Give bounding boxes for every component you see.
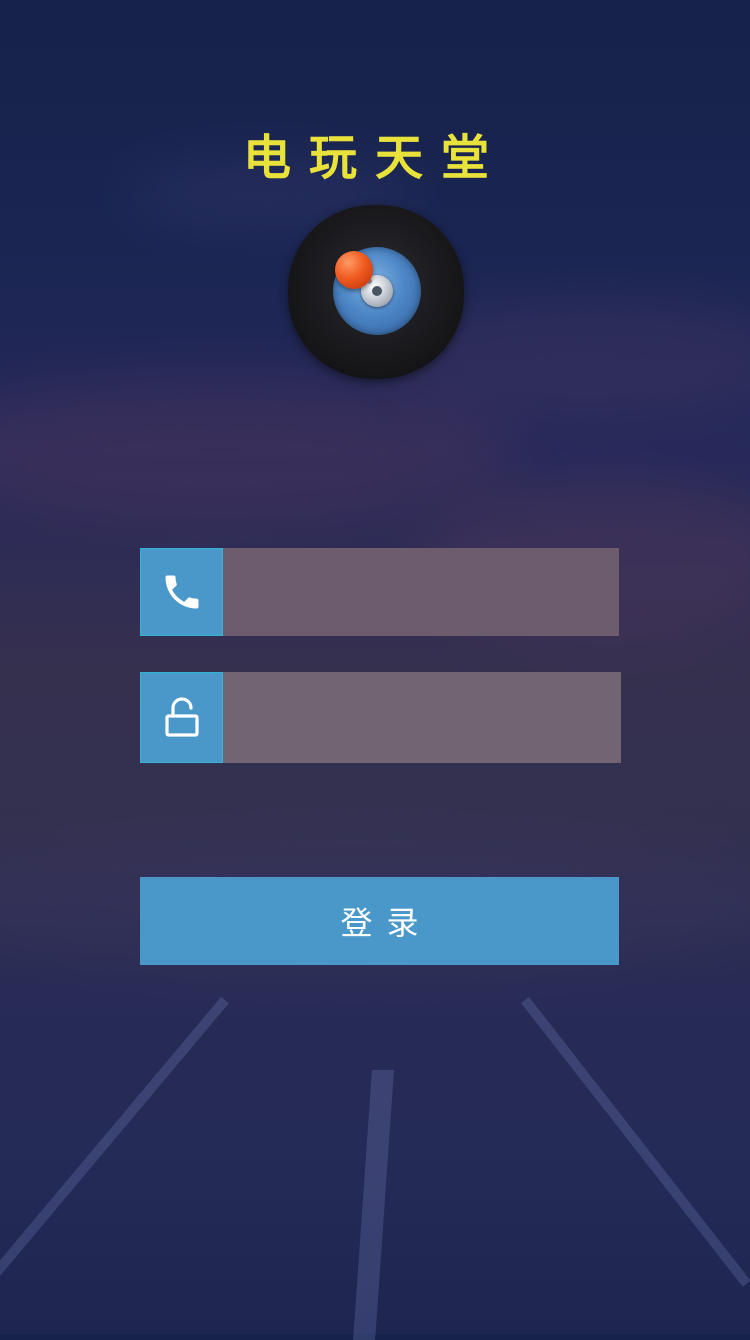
- password-input[interactable]: [223, 672, 621, 763]
- unlock-icon-box: [140, 672, 223, 763]
- phone-input[interactable]: [223, 548, 619, 636]
- background-image: [0, 0, 750, 1340]
- joystick-logo-icon: [288, 205, 464, 379]
- phone-icon: [165, 575, 198, 609]
- phone-field: [140, 548, 619, 636]
- phone-icon-box: [140, 548, 223, 636]
- unlock-icon: [164, 696, 199, 737]
- password-field: [140, 672, 621, 763]
- login-button[interactable]: 登录: [140, 877, 619, 965]
- logo-ball: [335, 251, 373, 289]
- app-title: 电玩天堂: [242, 130, 507, 186]
